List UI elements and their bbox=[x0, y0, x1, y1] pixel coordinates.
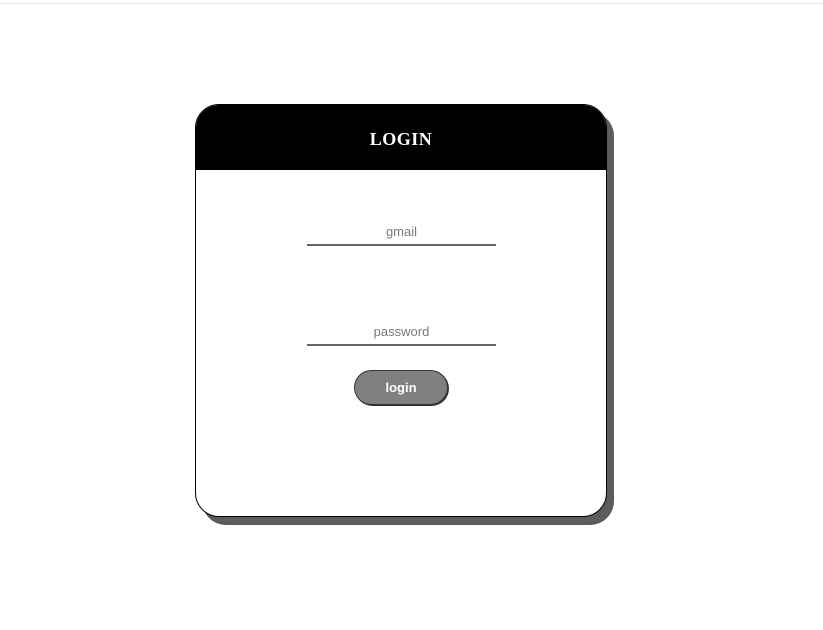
login-title: LOGIN bbox=[369, 128, 433, 149]
login-card-header: LOGIN bbox=[196, 105, 606, 170]
gmail-input[interactable] bbox=[307, 218, 496, 246]
password-input[interactable] bbox=[307, 318, 496, 346]
top-divider bbox=[0, 3, 823, 4]
login-card: LOGIN login bbox=[195, 104, 607, 517]
login-button[interactable]: login bbox=[354, 370, 448, 405]
